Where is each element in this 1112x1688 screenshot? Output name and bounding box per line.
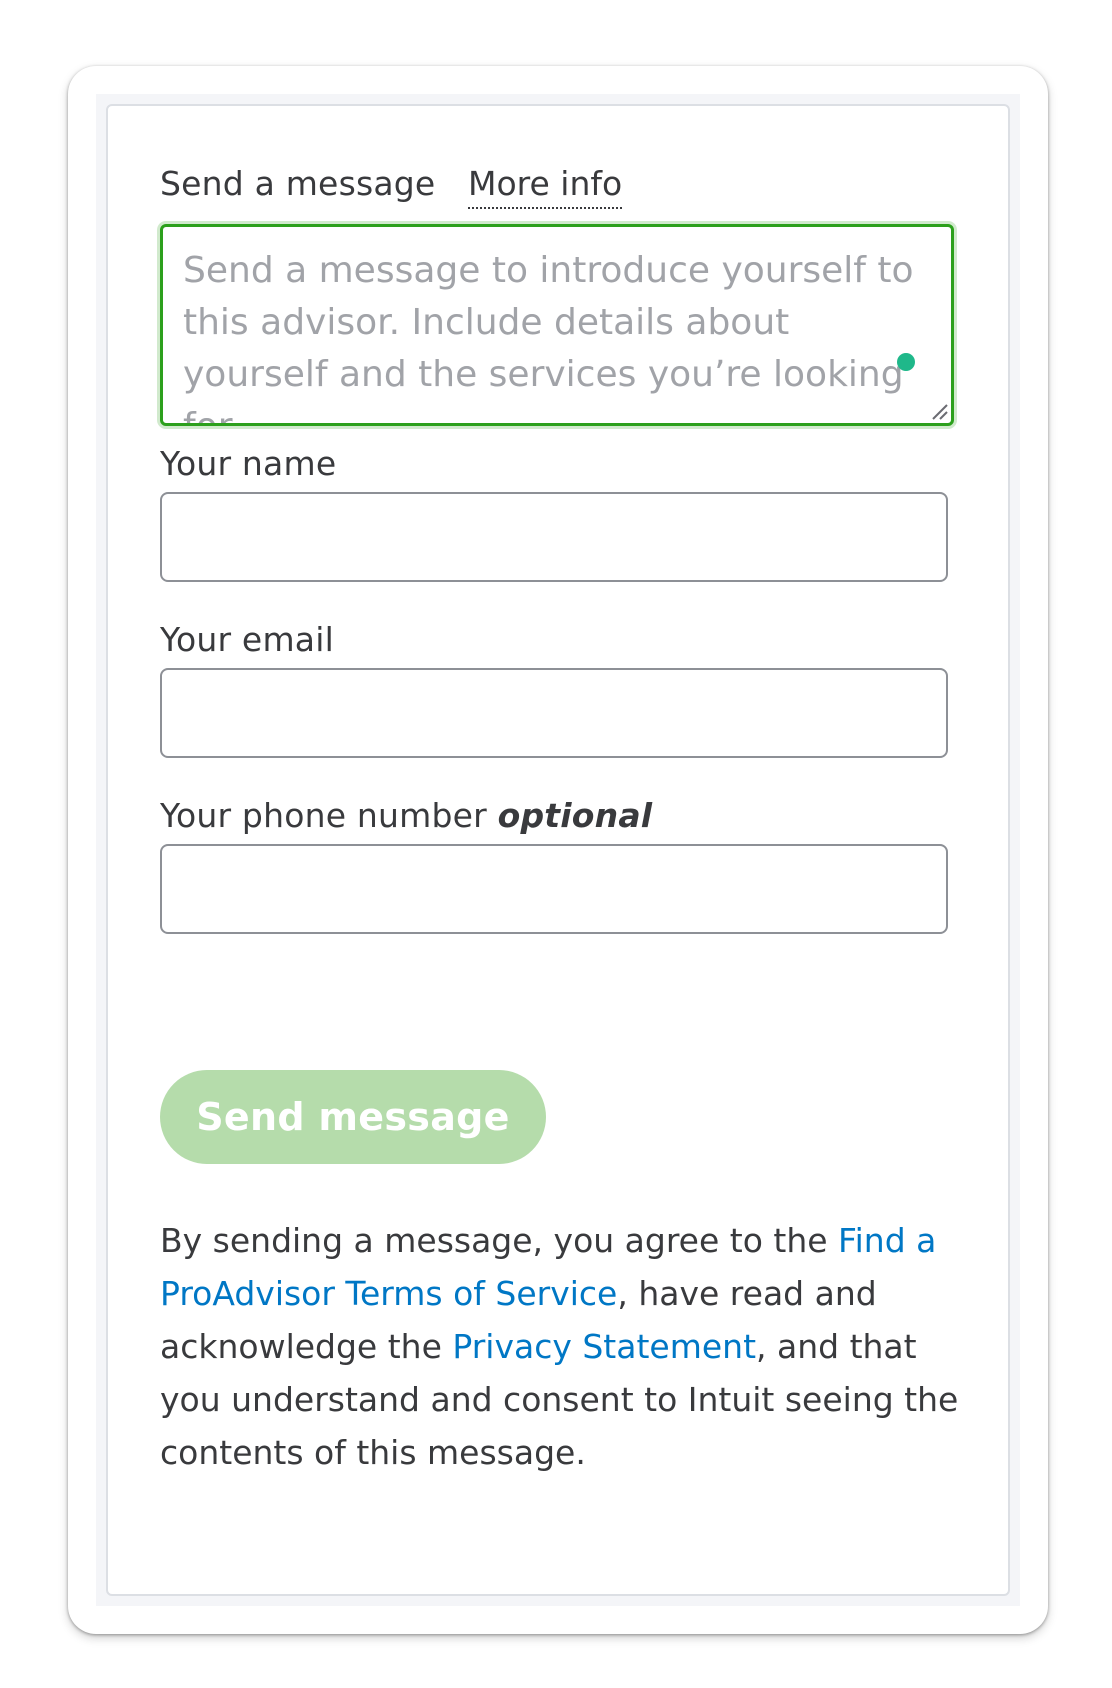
contact-form-panel: Send a message More info Your name Your … [68, 66, 1048, 1634]
message-textarea[interactable] [163, 227, 951, 423]
legal-disclaimer: By sending a message, you agree to the F… [160, 1214, 960, 1479]
panel-background: Send a message More info Your name Your … [96, 94, 1020, 1606]
name-label: Your name [160, 444, 337, 483]
email-label: Your email [160, 620, 334, 659]
privacy-statement-link[interactable]: Privacy Statement [452, 1327, 756, 1366]
email-input[interactable] [160, 668, 948, 758]
phone-label-text: Your phone number [160, 796, 487, 835]
contact-form-card: Send a message More info Your name Your … [106, 104, 1010, 1596]
name-input[interactable] [160, 492, 948, 582]
optional-tag: optional [497, 796, 653, 835]
resize-handle-icon[interactable] [929, 401, 949, 421]
phone-label: Your phone number optional [160, 796, 652, 835]
message-textarea-container [160, 224, 954, 426]
green-dot-icon [897, 353, 915, 371]
send-message-button[interactable]: Send message [160, 1070, 546, 1164]
legal-text-1: By sending a message, you agree to the [160, 1221, 839, 1260]
message-label: Send a message [160, 164, 436, 203]
more-info-link[interactable]: More info [468, 164, 623, 209]
phone-input[interactable] [160, 844, 948, 934]
